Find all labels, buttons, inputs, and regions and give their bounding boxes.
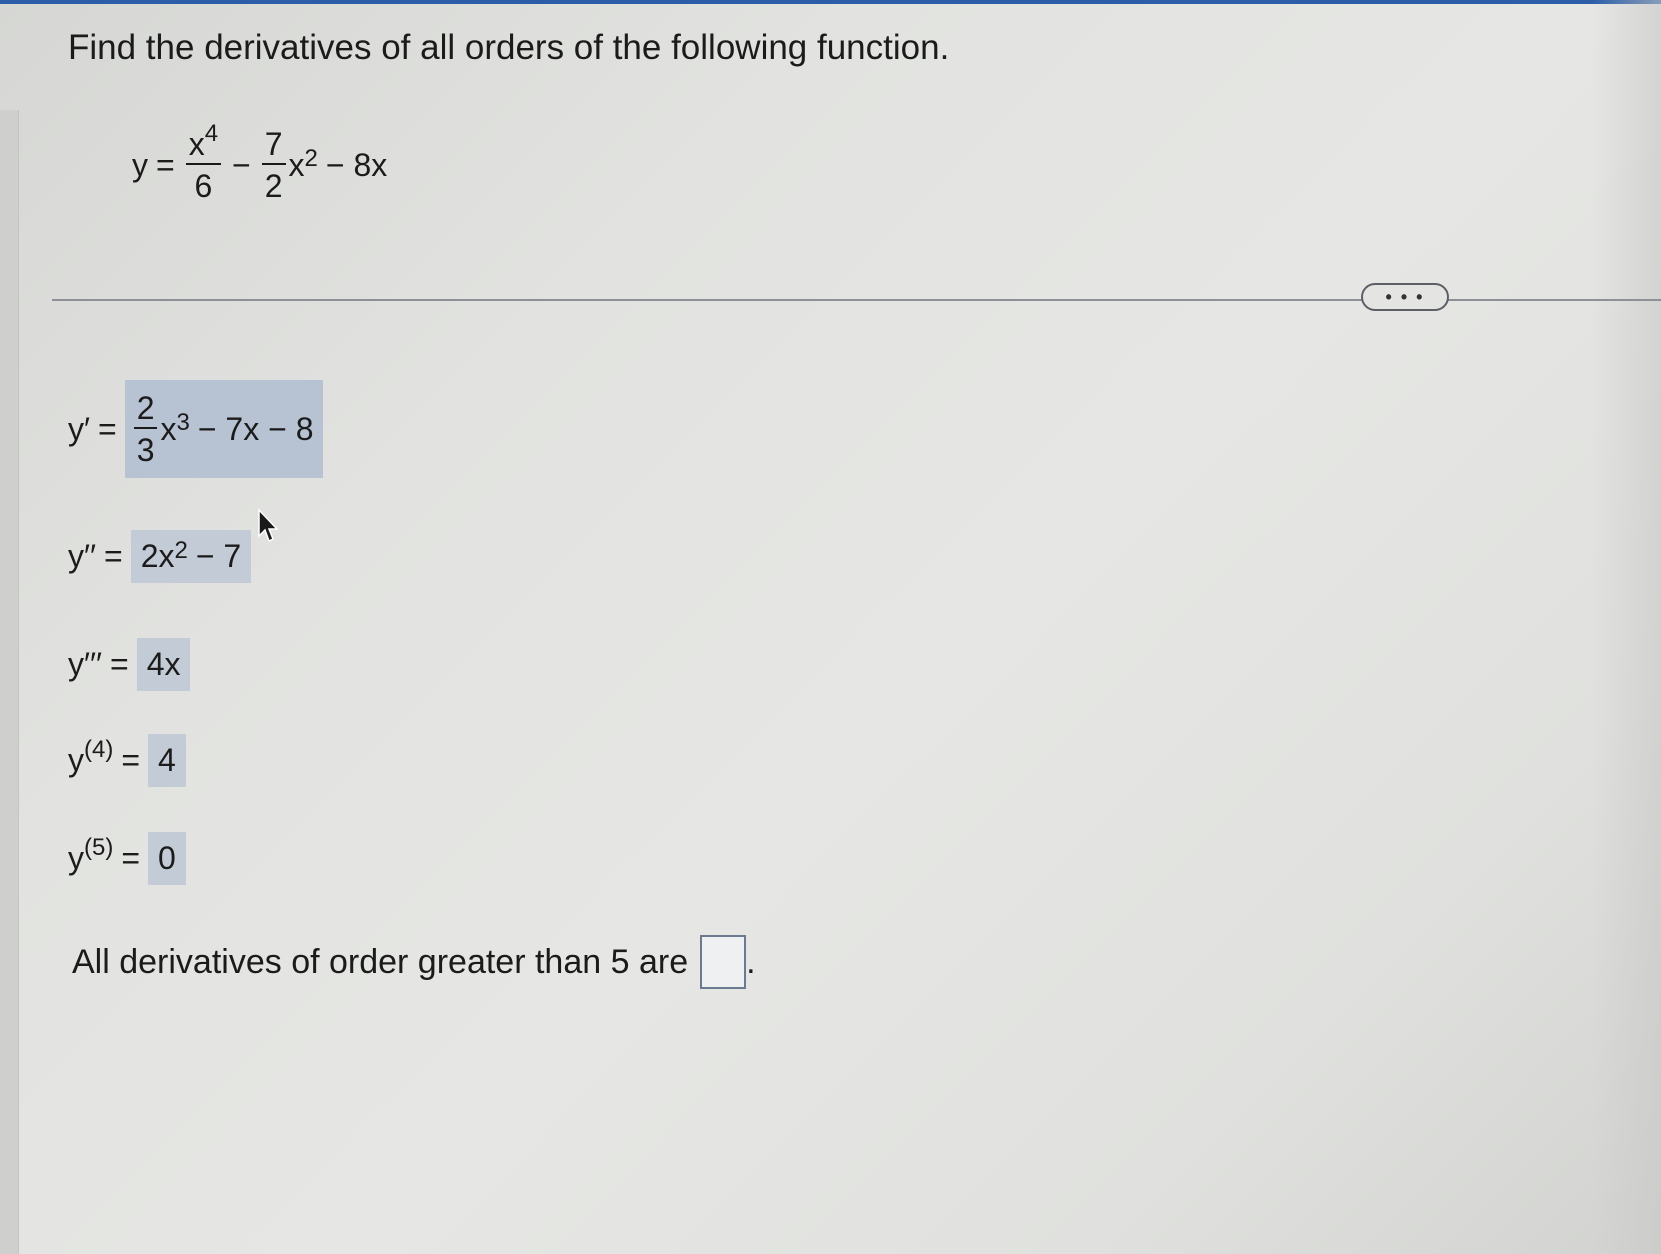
second-derivative-label: y′′ bbox=[68, 538, 96, 574]
answer-fraction: 2 3 bbox=[133, 392, 158, 468]
top-accent-bar bbox=[0, 0, 1661, 4]
fifth-derivative-label: y (5) bbox=[68, 834, 113, 877]
term2-exponent: 2 bbox=[304, 145, 318, 172]
term3: − 8x bbox=[325, 146, 388, 183]
second-derivative-row: y′′ = 2x 2 − 7 bbox=[68, 530, 252, 583]
question-text: Find the derivatives of all orders of th… bbox=[68, 28, 950, 67]
label-base: y bbox=[68, 742, 84, 778]
fraction-denominator: 3 bbox=[136, 432, 155, 468]
answer-rest: − 7x − 8 bbox=[197, 410, 314, 447]
first-derivative-answer[interactable]: 2 3 x3 − 7x − 8 bbox=[124, 380, 324, 478]
term1-denominator: 6 bbox=[194, 168, 213, 204]
term2-variable: x bbox=[288, 146, 305, 183]
label-base: y bbox=[68, 840, 84, 876]
term1-fraction: x4 6 bbox=[185, 122, 222, 204]
third-derivative-row: y′′′ = 4x bbox=[68, 638, 191, 691]
mouse-pointer-icon bbox=[258, 508, 279, 543]
term2-numerator: 7 bbox=[261, 128, 286, 165]
answer-variable: x bbox=[160, 410, 177, 447]
final-text: All derivatives of order greater than 5 … bbox=[72, 942, 689, 981]
term2-denominator: 2 bbox=[264, 168, 283, 204]
third-derivative-answer[interactable]: 4x bbox=[136, 638, 191, 691]
term1-numerator: x bbox=[188, 126, 205, 162]
answer-rest: − 7 bbox=[195, 538, 242, 574]
answer-exponent: 2 bbox=[174, 536, 188, 564]
term1-exponent: 4 bbox=[204, 120, 219, 147]
equals-sign: = bbox=[121, 840, 141, 876]
final-period: . bbox=[746, 942, 756, 981]
third-derivative-label: y′′′ bbox=[68, 646, 102, 682]
fraction-numerator: 2 bbox=[133, 392, 158, 429]
label-order: (5) bbox=[84, 834, 114, 861]
function-expression: y = x4 6 − 7 2 x2 − 8x bbox=[132, 122, 388, 204]
equals-sign: = bbox=[156, 146, 175, 183]
fourth-derivative-label: y (4) bbox=[68, 736, 113, 779]
answer-input-box[interactable] bbox=[700, 935, 747, 989]
second-derivative-answer[interactable]: 2x 2 − 7 bbox=[130, 530, 252, 583]
term2-fraction: 7 2 bbox=[261, 128, 286, 204]
first-derivative-label: y′ bbox=[68, 410, 90, 447]
fifth-derivative-row: y (5) = 0 bbox=[68, 832, 186, 885]
left-panel-edge bbox=[0, 110, 19, 1254]
label-order: (4) bbox=[84, 736, 114, 763]
equals-sign: = bbox=[110, 646, 129, 682]
fifth-derivative-answer[interactable]: 0 bbox=[148, 832, 186, 885]
answer-exponent: 3 bbox=[176, 409, 190, 436]
function-lhs: y bbox=[132, 146, 148, 183]
fourth-derivative-row: y (4) = 4 bbox=[68, 734, 186, 787]
right-scroll-edge bbox=[1591, 0, 1661, 1254]
fourth-derivative-answer[interactable]: 4 bbox=[148, 734, 186, 787]
minus-sign: − bbox=[232, 146, 251, 183]
first-derivative-row: y′ = 2 3 x3 − 7x − 8 bbox=[68, 380, 324, 478]
equals-sign: = bbox=[104, 538, 123, 574]
answer-term: 2x bbox=[140, 538, 175, 574]
more-options-button[interactable]: • • • bbox=[1361, 283, 1449, 311]
final-statement: All derivatives of order greater than 5 … bbox=[72, 935, 756, 989]
equals-sign: = bbox=[121, 742, 141, 778]
equals-sign: = bbox=[98, 410, 117, 447]
